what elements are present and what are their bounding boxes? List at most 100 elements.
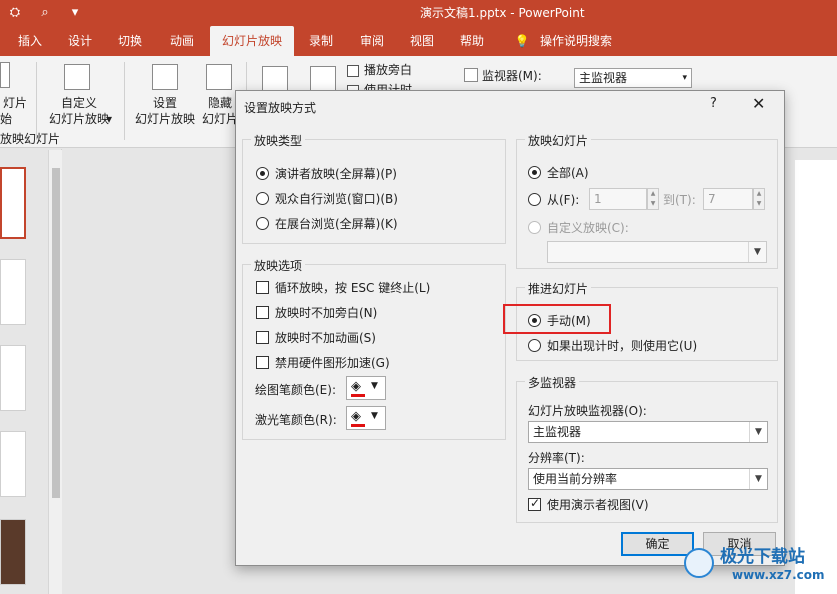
to-slide-input[interactable]: 7 [703,188,753,210]
show-type-presenter-radio[interactable] [256,167,269,180]
show-type-presenter-label[interactable]: 演讲者放映(全屏幕)(P) [275,165,397,182]
slides-to-label: 到(T): [663,193,696,207]
play-narration-checkbox[interactable] [347,65,359,77]
setup-show-sub[interactable]: 幻灯片放映 [130,112,200,127]
no-narration-checkbox[interactable] [256,306,269,319]
preview-icon[interactable]: ⌕ [36,3,54,21]
show-monitor-value: 主监视器 [533,425,582,439]
slide-thumbnail[interactable] [0,431,26,497]
chevron-down-icon: ▾ [682,73,687,83]
slides-from-label[interactable]: 从(F): [547,191,579,208]
slides-from-radio[interactable] [528,193,541,206]
from-slide-input[interactable]: 1 [589,188,647,210]
quick-access-toolbar: ⛭ ⌕ ▾ [6,3,84,21]
show-type-group: 放映类型 演讲者放映(全屏幕)(P) 观众自行浏览(窗口)(B) 在展台浏览(全… [242,132,506,244]
tab-slide-show[interactable]: 幻灯片放映 [210,26,294,56]
monitor-select[interactable]: 主监视器 ▾ [574,68,692,88]
tab-view[interactable]: 视图 [402,26,442,56]
show-options-group: 放映选项 循环放映，按 ESC 键终止(L) 放映时不加旁白(N) 放映时不加动… [242,257,506,440]
slides-all-label[interactable]: 全部(A) [547,164,589,181]
from-slide-spinner[interactable]: ▲ ▼ [647,188,659,210]
thumbnail-scrollbar[interactable] [48,150,62,594]
monitor-label: 监视器(M): [482,69,542,83]
slides-custom-label[interactable]: 自定义放映(C): [547,219,629,236]
show-type-kiosk-label[interactable]: 在展台浏览(全屏幕)(K) [275,215,398,232]
loop-checkbox[interactable] [256,281,269,294]
presenter-view-checkbox[interactable] [528,496,541,511]
paint-bucket-icon: ◈ [351,379,361,394]
tab-transitions[interactable]: 切换 [110,26,150,56]
play-narration-label: 播放旁白 [364,63,413,77]
tab-tell-me[interactable]: 操作说明搜索 [536,26,616,56]
no-animation-label[interactable]: 放映时不加动画(S) [275,329,376,346]
from-start-sub: 始 [0,112,13,126]
slide-canvas[interactable] [795,160,837,594]
scrollbar-thumb[interactable] [52,168,60,498]
slides-all-radio[interactable] [528,166,541,179]
tab-help[interactable]: 帮助 [452,26,492,56]
setup-show-icon[interactable] [152,64,178,90]
pen-color-swatch [351,394,365,397]
no-animation-checkbox[interactable] [256,331,269,344]
customize-icon[interactable]: ▾ [66,3,84,21]
custom-show-icon[interactable] [64,64,90,90]
slide-thumbnail[interactable] [0,167,26,239]
rehearse-timing-icon[interactable] [262,66,288,92]
resolution-label: 分辨率(T): [528,451,585,465]
slides-custom-radio[interactable] [528,221,541,234]
paint-bucket-icon: ◈ [351,409,361,424]
ribbon-tabs: 插入 设计 切换 动画 幻灯片放映 录制 审阅 视图 帮助 💡 操作说明搜索 [0,26,837,56]
watermark-logo-icon [684,548,714,578]
tab-review[interactable]: 审阅 [352,26,392,56]
slide-thumbnail[interactable] [0,519,26,585]
tab-record[interactable]: 录制 [302,26,340,56]
to-slide-spinner[interactable]: ▲ ▼ [753,188,765,210]
disable-hw-accel-label[interactable]: 禁用硬件图形加速(G) [275,354,390,371]
laser-color-label: 激光笔颜色(R): [255,413,337,427]
custom-show-label[interactable]: 自定义 [44,96,114,111]
chevron-down-icon: ▼ [371,381,378,391]
chevron-down-icon[interactable]: ▾ [104,112,114,127]
show-type-individual-radio[interactable] [256,192,269,205]
pen-color-button[interactable]: ◈ ▼ [346,376,386,400]
laser-color-swatch [351,424,365,427]
presenter-icon[interactable]: ⛭ [6,3,24,21]
show-slides-group: 放映幻灯片 全部(A) 从(F): 1 ▲ ▼ 到(T): 7 ▲ ▼ 自定义放映(… [516,132,778,269]
show-type-individual-label[interactable]: 观众自行浏览(窗口)(B) [275,190,398,207]
group-title: 推进幻灯片 [525,280,592,297]
hide-slide-sub[interactable]: 幻灯片 [200,112,240,127]
loop-label[interactable]: 循环放映，按 ESC 键终止(L) [275,279,430,296]
record-show-icon[interactable] [310,66,336,92]
resolution-value: 使用当前分辨率 [533,472,618,486]
slide-thumbnail[interactable] [0,345,26,411]
hide-slide-label[interactable]: 隐藏 [200,96,240,111]
no-narration-label[interactable]: 放映时不加旁白(N) [275,304,377,321]
advance-timing-label[interactable]: 如果出现计时，则使用它(U) [547,337,697,354]
help-icon[interactable]: ? [710,96,717,111]
dialog-title: 设置放映方式 [244,101,317,115]
ribbon-divider [124,62,125,140]
advance-timing-radio[interactable] [528,339,541,352]
show-monitor-select[interactable]: 主监视器 ▼ [528,421,768,443]
from-start-label[interactable]: 灯片 [0,96,30,111]
watermark-url: www.xz7.com [732,568,825,582]
tab-design[interactable]: 设计 [60,26,100,56]
hide-slide-icon[interactable] [206,64,232,90]
custom-show-select[interactable]: ▼ [547,241,767,263]
disable-hw-accel-checkbox[interactable] [256,356,269,369]
setup-show-label[interactable]: 设置 [130,96,200,111]
chevron-down-icon: ▼ [749,469,767,489]
resolution-select[interactable]: 使用当前分辨率 ▼ [528,468,768,490]
from-start-icon[interactable] [0,62,10,88]
monitor-icon [464,68,478,82]
close-icon[interactable]: ✕ [752,94,765,113]
presenter-view-label[interactable]: 使用演示者视图(V) [547,496,649,513]
tab-animations[interactable]: 动画 [160,26,204,56]
chevron-down-icon: ▼ [371,411,378,421]
group-title: 多监视器 [525,374,580,391]
laser-color-button[interactable]: ◈ ▼ [346,406,386,430]
tab-insert[interactable]: 插入 [10,26,50,56]
slide-thumbnail[interactable] [0,259,26,325]
watermark-brand: 极光下载站 [720,547,805,567]
show-type-kiosk-radio[interactable] [256,217,269,230]
